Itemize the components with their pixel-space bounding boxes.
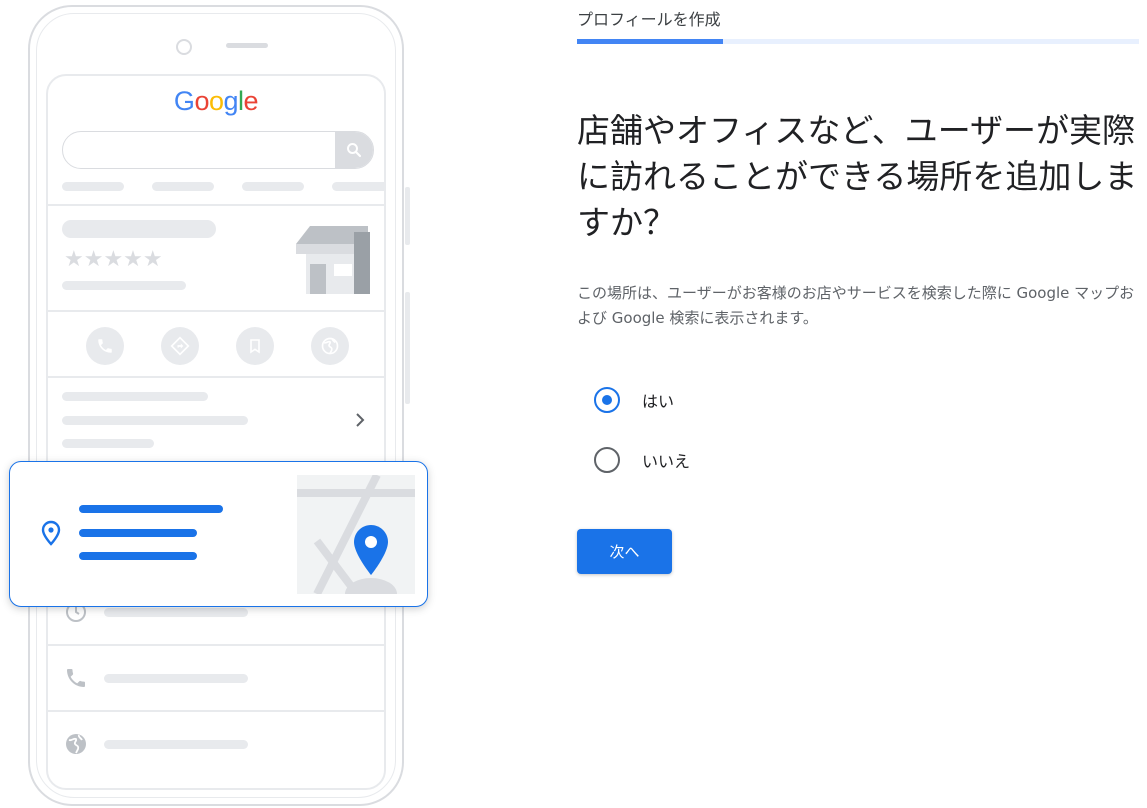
phone-icon [64,666,88,694]
placeholder-tab [62,182,124,191]
placeholder-tab [242,182,304,191]
phone-speaker [226,43,268,48]
address-line [79,505,223,513]
radio-button-yes[interactable] [594,387,620,413]
chevron-right-icon [353,411,367,433]
placeholder-tab [332,182,384,191]
phone-volume-button [405,292,410,404]
placeholder-text [104,674,248,683]
location-pin-icon [41,520,61,550]
profile-setup-page: Google ★★★★★ プロフィールを作成 店舗やオフィスなど、ユーザーが実際… [0,0,1147,808]
option-no-label: いいえ [642,452,691,471]
placeholder-text [62,416,248,425]
option-no[interactable]: いいえ [594,447,690,473]
highlighted-location-card [9,461,428,607]
question-heading: 店舗やオフィスなど、ユーザーが実際に訪れることができる場所を追加しますか？ [577,111,1138,242]
address-line [79,529,197,537]
radio-button-no[interactable] [594,447,620,473]
placeholder-text [104,740,248,749]
map-pin-icon [353,524,389,580]
directions-icon [161,327,199,365]
phone-camera [176,39,192,55]
search-icon [335,132,373,168]
bookmark-icon [236,327,274,365]
placeholder-text [62,392,208,401]
phone-side-button [405,187,410,245]
next-button[interactable]: 次へ [577,529,672,574]
section-title: プロフィールを作成 [577,10,721,29]
placeholder-text [62,439,154,448]
globe-icon [64,732,88,760]
placeholder-business-name [62,220,216,238]
phone-screen: Google ★★★★★ [46,74,386,790]
map-thumbnail [297,475,415,594]
placeholder-text [104,608,248,617]
phone-icon [86,327,124,365]
google-logo: Google [173,86,259,116]
progress-bar-fill [577,39,724,44]
option-yes-label: はい [642,392,675,411]
placeholder-text [62,281,186,290]
address-line [79,552,197,560]
rating-stars: ★★★★★ [64,247,163,272]
question-description: この場所は、ユーザーがお客様のお店やサービスを検索した際に Google マップ… [577,284,1135,327]
placeholder-tab [152,182,214,191]
mock-search-bar [62,131,374,169]
progress-bar [577,39,1139,44]
option-yes[interactable]: はい [594,387,674,413]
globe-icon [311,327,349,365]
storefront-icon [296,224,372,300]
